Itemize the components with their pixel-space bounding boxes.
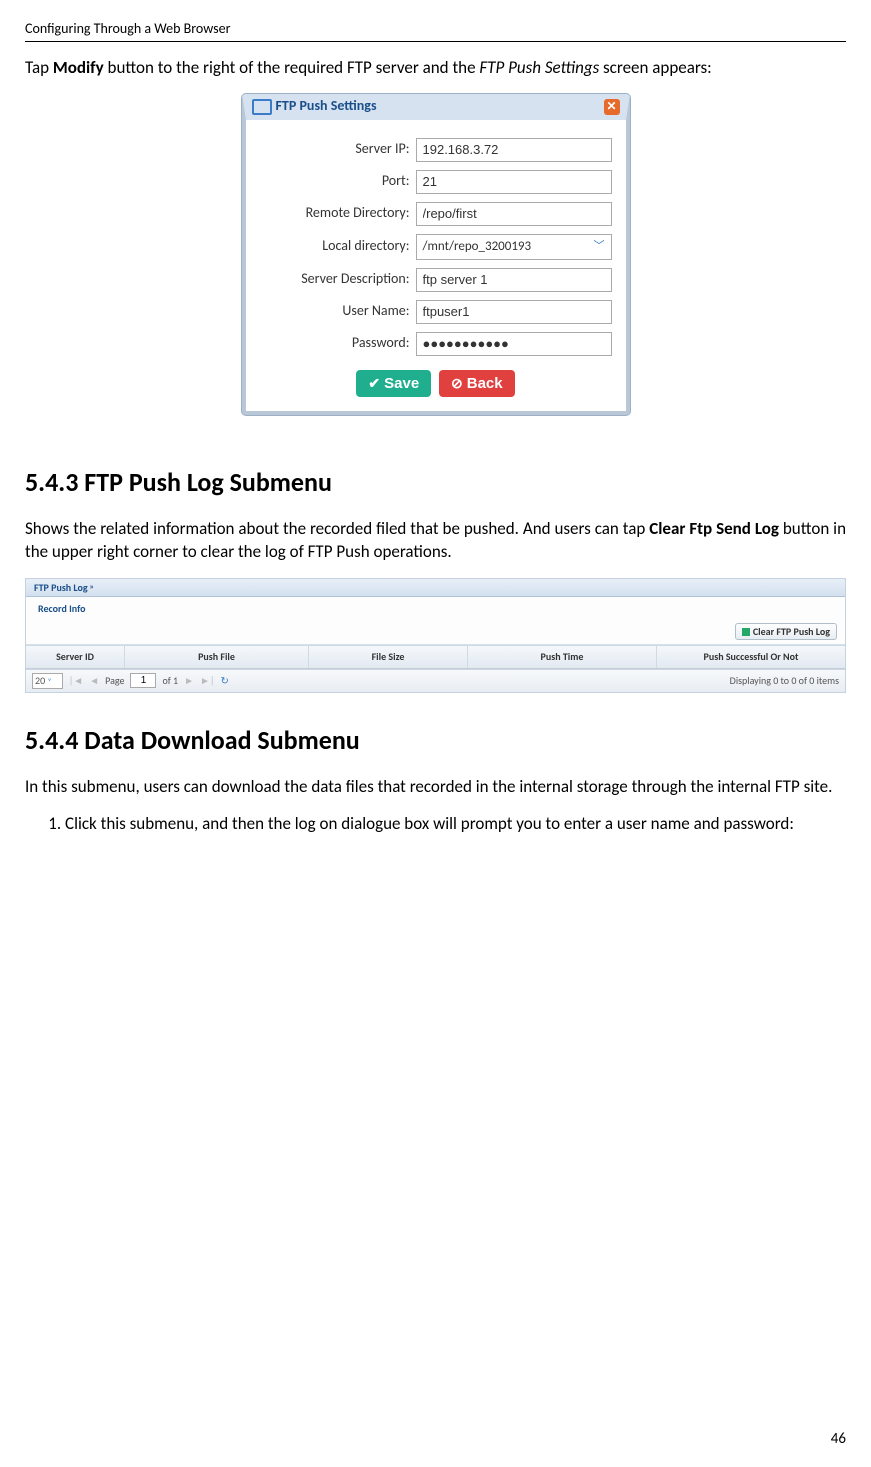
chevron-down-icon: ˅ (47, 677, 51, 687)
user-name-input[interactable] (416, 300, 612, 324)
label-server-ip: Server IP: (260, 140, 416, 159)
page-label: Page (105, 674, 124, 688)
header-rule (25, 41, 846, 42)
back-button[interactable]: ⊘ Back (439, 370, 515, 397)
back-label: Back (467, 375, 503, 392)
s543-bold: Clear Ftp Send Log (649, 518, 779, 539)
chevron-down-icon: ﹀ (594, 239, 605, 254)
prev-page-icon[interactable]: ◄ (89, 674, 99, 688)
intro-pre: Tap (25, 57, 53, 78)
log-grid-header: Server ID Push File File Size Push Time … (26, 645, 845, 669)
label-local-dir: Local directory: (260, 237, 416, 256)
label-password: Password: (260, 334, 416, 353)
dialog-title: FTP Push Settings (276, 97, 377, 116)
pager-bar: 20 ˅ |◄ ◄ Page of 1 ► ►| ↻ Displaying 0 … (26, 669, 845, 692)
label-remote-dir: Remote Directory: (260, 204, 416, 223)
remote-dir-input[interactable] (416, 202, 612, 226)
log-tab-label: FTP Push Log (34, 581, 88, 595)
section-544-paragraph: In this submenu, users can download the … (25, 776, 846, 799)
server-ip-input[interactable] (416, 138, 612, 162)
col-push-time: Push Time (468, 646, 657, 668)
ftp-push-settings-dialog: FTP Push Settings ✕ Server IP: Port: Rem… (242, 94, 630, 415)
close-icon[interactable]: ✕ (604, 99, 620, 115)
ftp-push-log-panel: FTP Push Log » Record Info Clear FTP Pus… (25, 578, 846, 693)
page-input[interactable] (130, 673, 156, 688)
section-543-paragraph: Shows the related information about the … (25, 518, 846, 564)
refresh-icon[interactable]: ↻ (221, 674, 229, 688)
intro-paragraph: Tap Modify button to the right of the re… (25, 57, 846, 80)
monitor-icon (252, 99, 272, 115)
label-user-name: User Name: (260, 302, 416, 321)
ftp-dialog-figure: FTP Push Settings ✕ Server IP: Port: Rem… (25, 94, 846, 415)
clear-ftp-push-log-button[interactable]: Clear FTP Push Log (735, 623, 837, 641)
save-button[interactable]: ✔ Save (356, 370, 431, 397)
local-dir-select[interactable]: /mnt/repo_3200193 ﹀ (416, 234, 612, 260)
col-file-size: File Size (309, 646, 468, 668)
section-544-list: Click this submenu, and then the log on … (55, 813, 846, 836)
section-543-heading: 5.4.3 FTP Push Log Submenu (25, 465, 846, 500)
page-number: 46 (831, 1429, 846, 1449)
port-input[interactable] (416, 170, 612, 194)
log-tab[interactable]: FTP Push Log » (26, 579, 845, 598)
intro-post: screen appears: (599, 57, 712, 78)
record-info-heading: Record Info (26, 597, 845, 621)
intro-mid: button to the right of the required FTP … (104, 57, 480, 78)
clear-icon (742, 628, 750, 636)
s543-pre: Shows the related information about the … (25, 518, 649, 539)
cancel-icon: ⊘ (451, 375, 463, 392)
col-push-file: Push File (125, 646, 309, 668)
of-label: of 1 (162, 674, 178, 688)
password-input[interactable] (416, 332, 612, 356)
clear-btn-label: Clear FTP Push Log (753, 625, 830, 639)
local-dir-value: /mnt/repo_3200193 (423, 238, 532, 256)
header-left: Configuring Through a Web Browser (25, 20, 230, 39)
chevron-right-icon: » (90, 582, 94, 593)
check-icon: ✔ (368, 375, 380, 392)
pager-status: Displaying 0 to 0 of 0 items (730, 674, 839, 688)
page-size-value: 20 (35, 674, 45, 687)
last-page-icon[interactable]: ►| (200, 674, 215, 688)
label-port: Port: (260, 172, 416, 191)
dialog-titlebar: FTP Push Settings ✕ (246, 96, 626, 118)
label-server-desc: Server Description: (260, 270, 416, 289)
server-desc-input[interactable] (416, 268, 612, 292)
intro-bold: Modify (53, 57, 104, 78)
intro-ital: FTP Push Settings (479, 57, 599, 78)
next-page-icon[interactable]: ► (184, 674, 194, 688)
col-server-id: Server ID (26, 646, 125, 668)
col-push-success: Push Successful Or Not (657, 646, 845, 668)
save-label: Save (384, 375, 419, 392)
list-item-1: Click this submenu, and then the log on … (65, 813, 846, 836)
first-page-icon[interactable]: |◄ (69, 674, 84, 688)
section-544-heading: 5.4.4 Data Download Submenu (25, 723, 846, 758)
page-size-select[interactable]: 20 ˅ (32, 673, 63, 689)
